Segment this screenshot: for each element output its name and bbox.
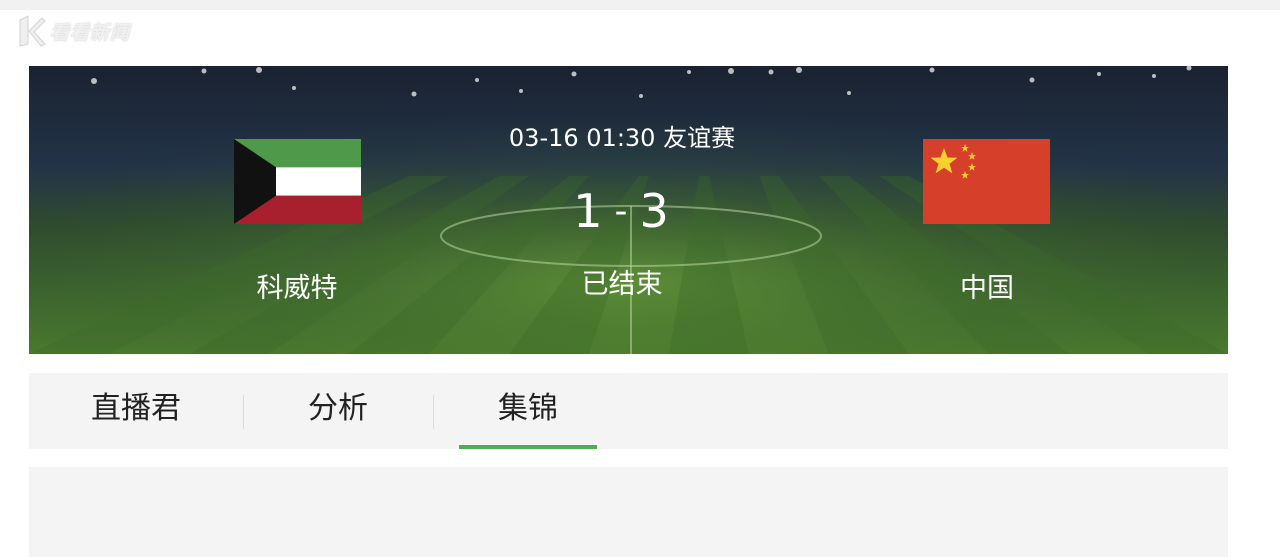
top-bar	[0, 0, 1280, 10]
match-competition: 友谊赛	[663, 124, 736, 152]
home-score: 1	[573, 184, 605, 238]
kankan-logo-icon	[19, 15, 46, 47]
match-score: 1-3	[479, 184, 765, 238]
watermark-text: 看看新闻	[50, 21, 131, 44]
away-team-name: 中国	[960, 273, 1014, 304]
china-flag-icon	[923, 139, 1050, 224]
tab-highlights[interactable]: 集锦	[433, 373, 623, 449]
match-datetime: 03-16 01:30	[508, 124, 656, 152]
match-info: 03-16 01:30 友谊赛	[429, 118, 815, 153]
match-tabs: 直播君 分析 集锦	[29, 373, 1228, 449]
home-team-name: 科威特	[256, 273, 338, 304]
tab-live[interactable]: 直播君	[29, 373, 243, 449]
away-score: 3	[639, 184, 671, 238]
score-separator: -	[614, 191, 630, 232]
match-banner: 03-16 01:30 友谊赛 1-3 已结束 科威特 中国	[29, 66, 1228, 354]
highlights-content	[29, 467, 1228, 557]
tab-analysis[interactable]: 分析	[243, 373, 433, 449]
match-status: 已结束	[581, 269, 663, 300]
watermark: 看看新闻	[18, 14, 130, 48]
active-tab-indicator	[459, 445, 597, 449]
kuwait-flag-icon	[234, 139, 361, 224]
